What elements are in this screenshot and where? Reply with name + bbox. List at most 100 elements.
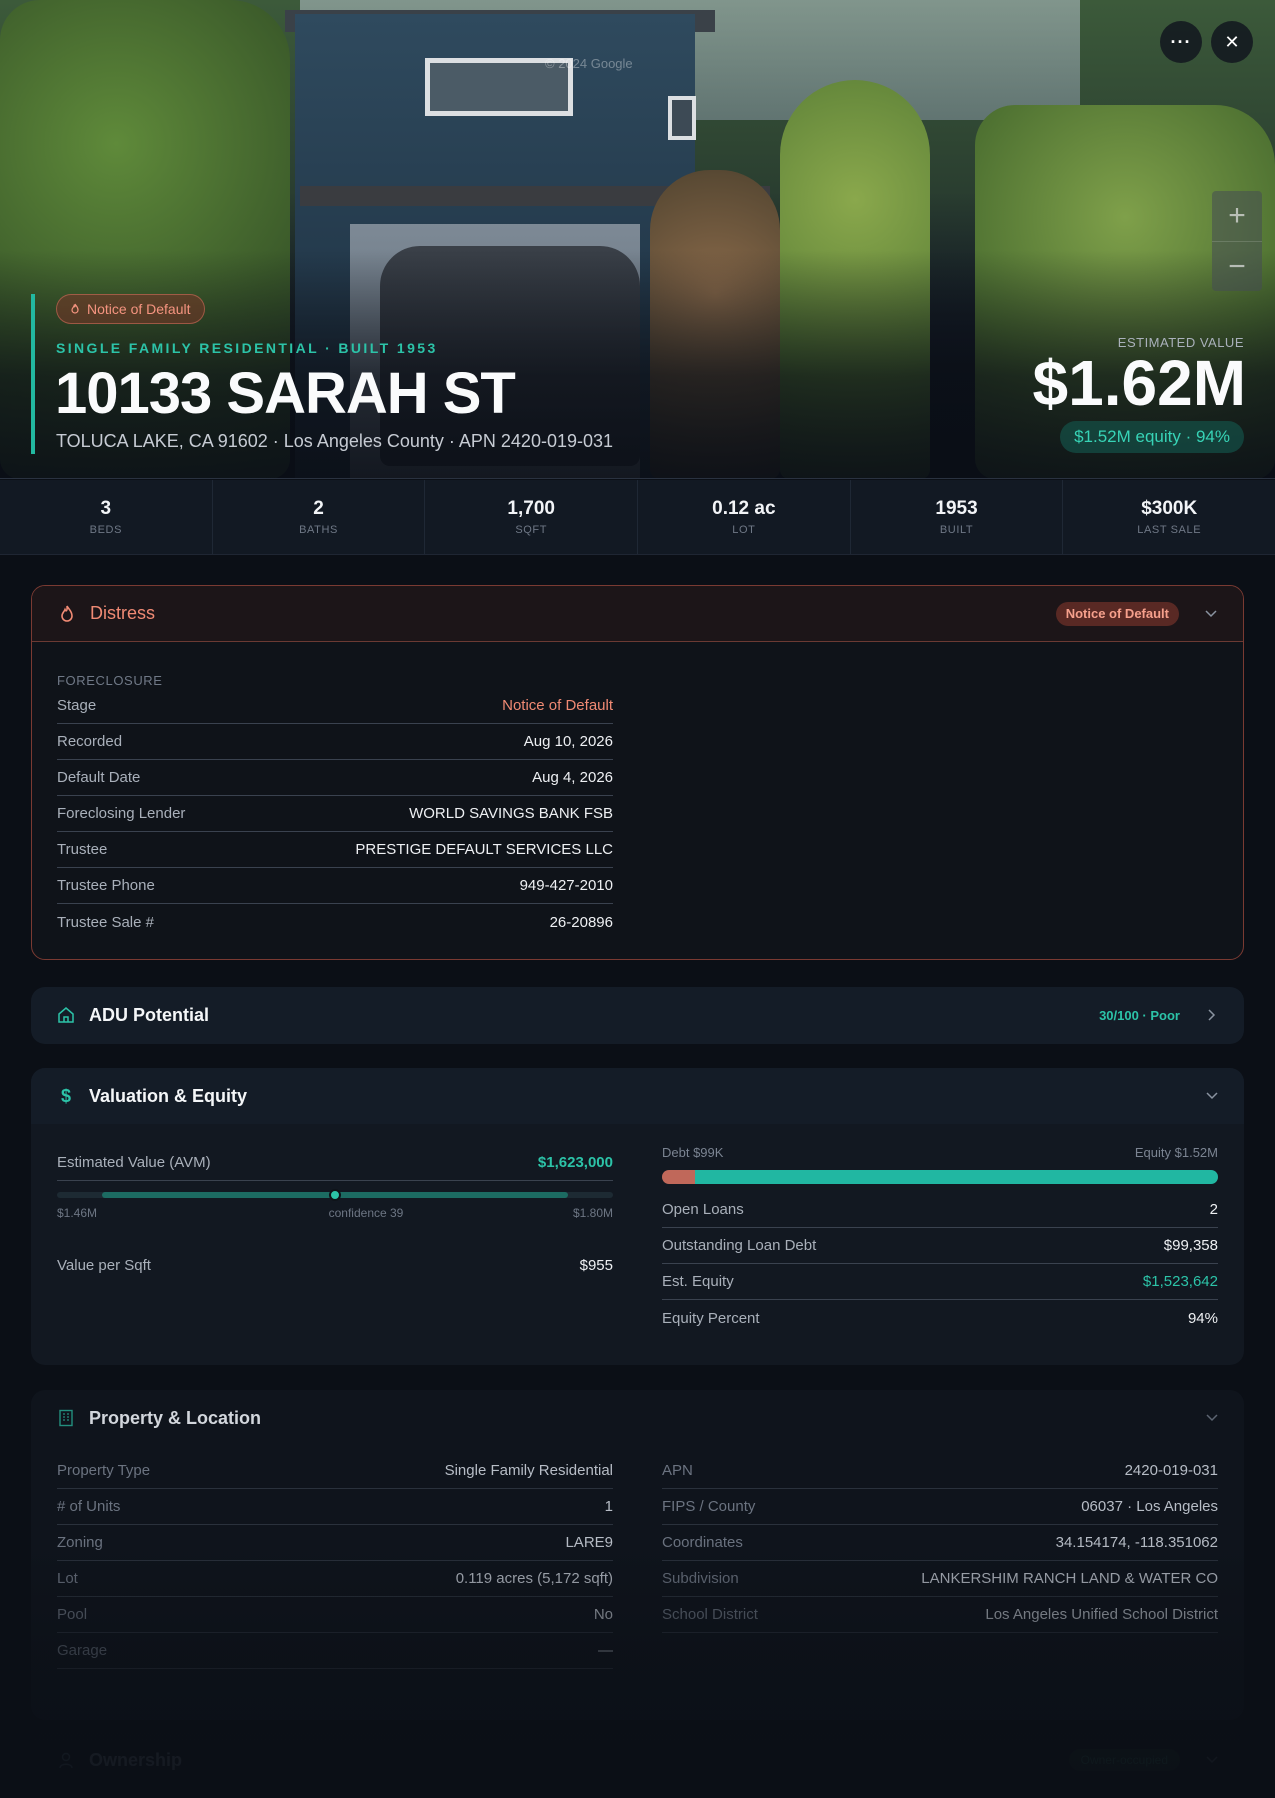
kv-value: 94%: [1187, 1309, 1218, 1327]
more-icon: ···: [1170, 31, 1192, 52]
kv-value: 2420-019-031: [1124, 1462, 1218, 1479]
kv-key: Lot: [57, 1570, 78, 1587]
section-title: Valuation & Equity: [89, 1085, 248, 1106]
hero-photo: © 2024 Google ··· ✕ + − Notice of Defaul…: [0, 0, 1275, 479]
estimated-value: $1.62M: [1032, 347, 1246, 419]
kv-value: 0.119 acres (5,172 sqft): [455, 1570, 613, 1587]
close-button[interactable]: ✕: [1211, 21, 1253, 63]
stat-lot: 0.12 ac LOT: [638, 480, 851, 554]
avm-estimate-marker: [329, 1189, 341, 1201]
stat-label: BUILT: [939, 524, 974, 536]
property-header[interactable]: Property & Location: [31, 1390, 1244, 1446]
valuation-header[interactable]: $ Valuation & Equity: [31, 1068, 1244, 1124]
kv-key: Stage: [57, 697, 97, 714]
kv-value: WORLD SAVINGS BANK FSB: [409, 805, 613, 822]
kv-coordinates: Coordinates 34.154174, -118.351062: [662, 1525, 1218, 1561]
chevron-down-icon[interactable]: [1206, 1090, 1218, 1102]
stat-value: 0.12 ac: [712, 498, 776, 519]
kv-units: # of Units 1: [57, 1489, 613, 1525]
kv-key: Trustee: [57, 841, 108, 858]
kv-recorded: Recorded Aug 10, 2026: [57, 724, 613, 760]
distress-header[interactable]: Distress Notice of Default: [32, 586, 1243, 642]
section-title: Property & Location: [89, 1407, 262, 1428]
kv-fips-county: FIPS / County 06037 · Los Angeles: [662, 1489, 1218, 1525]
close-icon: ✕: [1224, 31, 1240, 52]
kv-key: Coordinates: [662, 1534, 743, 1551]
avm-low: $1.46M: [57, 1206, 98, 1220]
avm-confidence-range: [57, 1189, 613, 1201]
kv-key: APN: [662, 1462, 693, 1479]
zoom-in-button[interactable]: +: [1212, 191, 1262, 241]
kv-lot: Lot 0.119 acres (5,172 sqft): [57, 1561, 613, 1597]
accent-bar: [31, 294, 35, 454]
ownership-section: Ownership Owner-occupied: [31, 1732, 1244, 1798]
chevron-down-icon[interactable]: [1205, 608, 1217, 620]
kv-value: $99,358: [1163, 1237, 1218, 1254]
house-window: [668, 96, 696, 140]
kv-value: Los Angeles Unified School District: [985, 1606, 1218, 1623]
kv-value: 06037 · Los Angeles: [1081, 1498, 1218, 1515]
kv-pool: Pool No: [57, 1597, 613, 1633]
kv-trustee-sale: Trustee Sale # 26-20896: [57, 904, 613, 940]
stat-value: 2: [313, 498, 324, 519]
kv-value: $1,523,642: [1142, 1273, 1218, 1290]
kv-key: Subdivision: [662, 1570, 739, 1587]
stat-label: LAST SALE: [1137, 524, 1202, 536]
property-stats-bar: 3 BEDS 2 BATHS 1,700 SQFT 0.12 ac LOT 1953 BU…: [0, 480, 1275, 555]
adu-header[interactable]: ADU Potential 30/100 · Poor: [31, 987, 1244, 1043]
chevron-right-icon[interactable]: [1206, 1009, 1218, 1021]
kv-value: $1,623,000: [537, 1154, 613, 1171]
kv-garage: Garage —: [57, 1633, 613, 1669]
stat-value: 1953: [935, 498, 978, 519]
kv-key: Trustee Sale #: [57, 913, 154, 931]
kv-key: Outstanding Loan Debt: [662, 1237, 817, 1254]
section-title: ADU Potential: [89, 1004, 210, 1025]
debt-equity-bar: [662, 1170, 1218, 1184]
stat-last-sale: $300K LAST SALE: [1063, 480, 1275, 554]
address-details: TOLUCA LAKE, CA 91602 · Los Angeles Coun…: [56, 431, 614, 451]
stat-value: $300K: [1141, 498, 1198, 519]
flame-icon: [58, 605, 76, 623]
kv-zoning: Zoning LARE9: [57, 1525, 613, 1561]
badge-label: Notice of Default: [87, 301, 191, 317]
kv-property-type: Property Type Single Family Residential: [57, 1453, 613, 1489]
equity-segment: [695, 1170, 1218, 1184]
kv-apn: APN 2420-019-031: [662, 1453, 1218, 1489]
kv-key: Equity Percent: [662, 1309, 760, 1327]
kv-value: Aug 10, 2026: [523, 733, 613, 750]
kv-value: 1: [604, 1498, 613, 1515]
stat-label: BEDS: [89, 524, 123, 536]
stat-label: LOT: [732, 524, 756, 536]
kv-key: Property Type: [57, 1462, 151, 1479]
zoom-out-button[interactable]: −: [1212, 241, 1262, 291]
kv-value: No: [593, 1606, 613, 1623]
stat-beds: 3 BEDS: [0, 480, 213, 554]
debt-segment: [662, 1170, 696, 1184]
debt-label: Debt $99K: [662, 1145, 724, 1160]
flame-icon: [71, 303, 79, 314]
chevron-down-icon[interactable]: [1206, 1412, 1218, 1424]
page-title: 10133 SARAH ST: [55, 361, 516, 426]
building-icon: [57, 1409, 75, 1427]
kv-key: Estimated Value (AVM): [57, 1154, 211, 1171]
home-icon: [57, 1006, 75, 1024]
kv-key: Est. Equity: [662, 1273, 734, 1290]
stat-baths: 2 BATHS: [213, 480, 426, 554]
kv-open-loans: Open Loans 2: [662, 1192, 1218, 1228]
kv-value: LARE9: [565, 1534, 613, 1551]
kv-key: Garage: [57, 1642, 108, 1659]
adu-potential-section[interactable]: ADU Potential 30/100 · Poor: [31, 987, 1244, 1044]
kv-value: 2: [1209, 1201, 1218, 1218]
ownership-header[interactable]: Ownership Owner-occupied: [31, 1732, 1244, 1788]
stat-value: 3: [100, 498, 112, 519]
section-title: Ownership: [89, 1749, 183, 1770]
kv-school-district: School District Los Angeles Unified Schoo…: [662, 1597, 1218, 1633]
more-options-button[interactable]: ···: [1160, 21, 1202, 63]
distress-section: Distress Notice of Default FORECLOSURE S…: [31, 585, 1244, 960]
kv-default-date: Default Date Aug 4, 2026: [57, 760, 613, 796]
kv-key: Open Loans: [662, 1201, 744, 1218]
property-location-section: Property & Location Property Type Single …: [31, 1390, 1244, 1720]
property-subtype: SINGLE FAMILY RESIDENTIAL · BUILT 1953: [56, 340, 438, 356]
user-icon: [57, 1751, 75, 1769]
chevron-down-icon[interactable]: [1206, 1754, 1218, 1766]
